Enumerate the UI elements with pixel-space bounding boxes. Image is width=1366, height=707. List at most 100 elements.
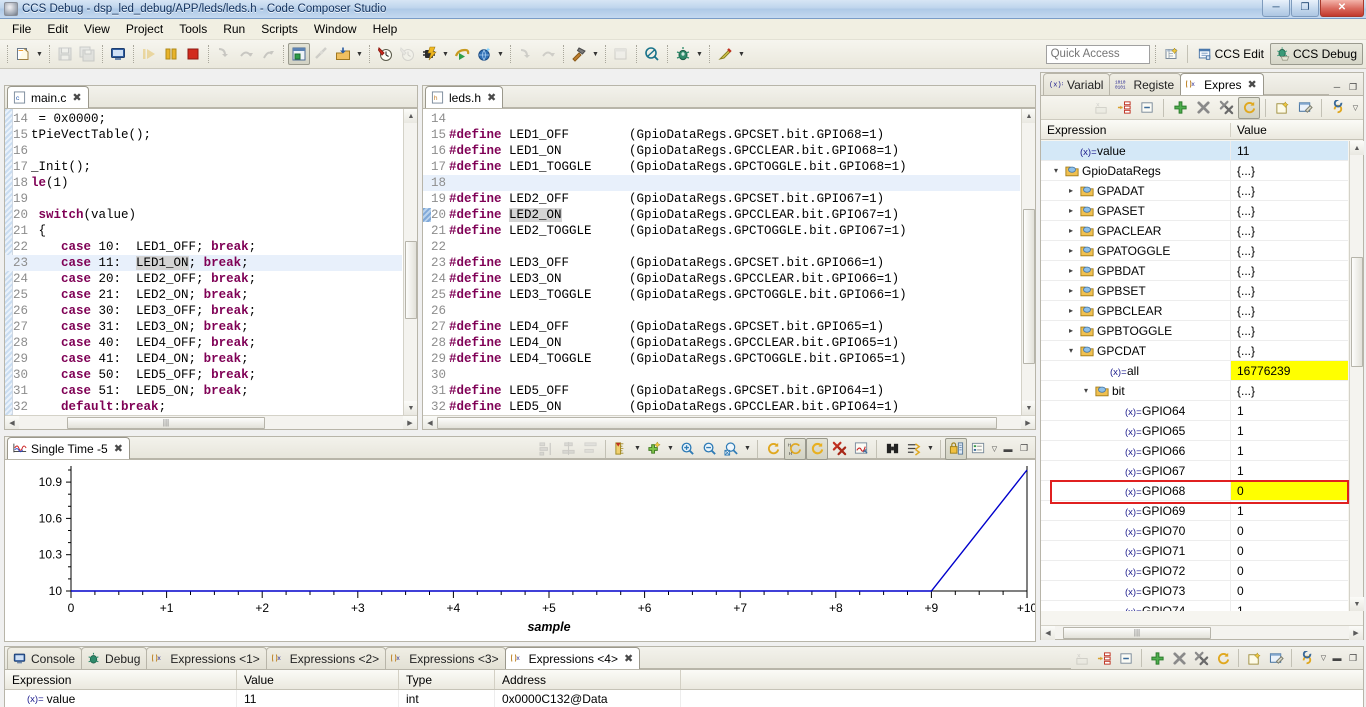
graph-plot-area[interactable]: 10 10.3 10.6 10.9 0 +1 +2 +3 +4 +5 +6 +7 +8 +9 +10 samp…: [5, 460, 1038, 641]
scroll-down-arrow[interactable]: ▼: [404, 401, 417, 415]
scroll-thumb[interactable]: [1351, 257, 1363, 367]
value-cell[interactable]: {...}: [1231, 221, 1348, 240]
view-menu-icon[interactable]: ▽: [1350, 97, 1361, 119]
menu-run[interactable]: Run: [215, 20, 253, 38]
refresh-icon[interactable]: [1212, 647, 1234, 669]
expressions-minimize-icon[interactable]: ─: [1329, 79, 1345, 95]
expression-cell[interactable]: (x)= GPIO68: [1041, 481, 1231, 500]
close-button[interactable]: ✕: [1320, 0, 1364, 17]
table-row[interactable]: ▸ GPASET {...}: [1041, 201, 1348, 221]
table-row[interactable]: (x)= value 11 int 0x0000C132@Data: [5, 690, 1363, 707]
expand-twisty-icon[interactable]: ▸: [1065, 246, 1077, 255]
value-cell[interactable]: 0: [1231, 521, 1348, 540]
table-row[interactable]: (x)= GPIO71 0: [1041, 541, 1348, 561]
value-cell[interactable]: 0: [1231, 581, 1348, 600]
zoom-out-icon[interactable]: [698, 438, 720, 460]
collapse-to-icon[interactable]: [1113, 97, 1135, 119]
zoom-fit-icon[interactable]: [720, 438, 742, 460]
expand-twisty-icon[interactable]: ▸: [1065, 226, 1077, 235]
remove-expression-icon[interactable]: [1168, 647, 1190, 669]
scroll-left-arrow[interactable]: ◀: [5, 415, 19, 429]
hscroll-track[interactable]: [437, 416, 1021, 430]
refresh-graph-icon[interactable]: [762, 438, 784, 460]
column-expression[interactable]: Expression: [5, 670, 237, 689]
terminate-icon[interactable]: [182, 43, 204, 65]
table-row[interactable]: (x)= GPIO73 0: [1041, 581, 1348, 601]
table-row[interactable]: ▸ GPBSET {...}: [1041, 281, 1348, 301]
tab-variables[interactable]: (x)= Variabl: [1043, 73, 1111, 95]
menu-help[interactable]: Help: [365, 20, 406, 38]
new-file-icon[interactable]: [12, 43, 34, 65]
menu-window[interactable]: Window: [306, 20, 365, 38]
connect-dropdown-arrow[interactable]: ▼: [440, 43, 451, 65]
expression-cell[interactable]: (x)= GPIO65: [1041, 421, 1231, 440]
hscroll-track[interactable]: |||: [1055, 626, 1349, 640]
expression-cell[interactable]: (x)= GPIO71: [1041, 541, 1231, 560]
scroll-down-arrow[interactable]: ▼: [1022, 401, 1035, 415]
expression-cell[interactable]: (x)= GPIO69: [1041, 501, 1231, 520]
column-expression[interactable]: Expression: [1041, 122, 1231, 137]
scroll-right-arrow[interactable]: ▶: [1021, 415, 1035, 429]
expressions-maximize-icon[interactable]: ❐: [1345, 79, 1361, 95]
debug-icon[interactable]: [672, 43, 694, 65]
tab-expressions[interactable]: x Expres ✖: [1180, 73, 1264, 95]
connect-target-icon[interactable]: [418, 43, 440, 65]
add-expression-icon[interactable]: [1146, 647, 1168, 669]
expression-cell[interactable]: ▾ GpioDataRegs: [1041, 161, 1231, 180]
graph-maximize-icon[interactable]: ❐: [1016, 441, 1032, 457]
remove-all-expressions-icon[interactable]: [1190, 647, 1212, 669]
bottom-minimize-icon[interactable]: ▬: [1329, 650, 1345, 666]
refresh-halt-icon[interactable]: HH: [784, 437, 806, 460]
menu-tools[interactable]: Tools: [171, 20, 215, 38]
new-view-icon[interactable]: [1271, 97, 1293, 119]
minimize-button[interactable]: ─: [1262, 0, 1290, 17]
scroll-thumb[interactable]: [1023, 209, 1035, 364]
value-cell[interactable]: {...}: [1231, 341, 1348, 360]
table-row[interactable]: ▸ GPBTOGGLE {...}: [1041, 321, 1348, 341]
expand-twisty-icon[interactable]: ▸: [1065, 326, 1077, 335]
value-cell[interactable]: 11: [237, 690, 399, 707]
collapse-all-icon[interactable]: [1115, 647, 1137, 669]
table-row[interactable]: ▸ GPADAT {...}: [1041, 181, 1348, 201]
collapse-all-icon[interactable]: [1136, 97, 1158, 119]
edit-icon[interactable]: [1294, 97, 1316, 119]
measure-icon[interactable]: [610, 438, 632, 460]
scroll-up-arrow[interactable]: ▲: [1350, 141, 1364, 155]
build-dropdown-arrow[interactable]: ▼: [590, 43, 601, 65]
tab-expressions-3[interactable]: x Expressions <3>: [385, 647, 506, 669]
value-cell[interactable]: {...}: [1231, 301, 1348, 320]
globe-dropdown-arrow[interactable]: ▼: [495, 43, 506, 65]
value-cell[interactable]: 1: [1231, 601, 1348, 612]
breakpoint-marker[interactable]: [423, 208, 431, 222]
expand-twisty-icon[interactable]: ▸: [1065, 186, 1077, 195]
menu-file[interactable]: File: [4, 20, 39, 38]
marker-dropdown-arrow[interactable]: ▼: [665, 438, 676, 460]
expressions-vscrollbar[interactable]: ▲ ▼: [1349, 141, 1364, 611]
scroll-down-arrow[interactable]: ▼: [1350, 597, 1364, 611]
run-free-icon[interactable]: [451, 43, 473, 65]
lock-icon[interactable]: [945, 437, 967, 460]
tab-expressions-4-close-icon[interactable]: ✖: [624, 652, 633, 665]
scroll-thumb[interactable]: |||: [67, 416, 265, 429]
run-icon[interactable]: [714, 43, 736, 65]
export-dropdown-arrow[interactable]: ▼: [925, 438, 936, 460]
value-cell[interactable]: 1: [1231, 441, 1348, 460]
menu-edit[interactable]: Edit: [39, 20, 76, 38]
suspend-icon[interactable]: [160, 43, 182, 65]
table-row[interactable]: (x)= GPIO66 1: [1041, 441, 1348, 461]
value-cell[interactable]: {...}: [1231, 161, 1348, 180]
table-row[interactable]: (x)= GPIO67 1: [1041, 461, 1348, 481]
expression-cell[interactable]: (x)= GPIO72: [1041, 561, 1231, 580]
editor-right-body[interactable]: 14 15 #define LED1_OFF (GpioDataRegs.GPCSE…: [423, 109, 1035, 429]
expression-cell[interactable]: ▸ GPBDAT: [1041, 261, 1231, 280]
scroll-up-arrow[interactable]: ▲: [1022, 109, 1035, 123]
load-program-icon[interactable]: [332, 43, 354, 65]
value-cell[interactable]: 11: [1231, 141, 1348, 160]
editor-right-hscrollbar[interactable]: ◀ ▶: [423, 415, 1035, 429]
new-dropdown-arrow[interactable]: ▼: [34, 43, 45, 65]
editor-left-hscrollbar[interactable]: ◀ ||| ▶: [5, 415, 417, 429]
table-row[interactable]: (x)= value 11: [1041, 141, 1348, 161]
table-row[interactable]: (x)= GPIO68 0: [1041, 481, 1348, 501]
restore-button[interactable]: ❐: [1291, 0, 1319, 17]
menu-view[interactable]: View: [76, 20, 118, 38]
